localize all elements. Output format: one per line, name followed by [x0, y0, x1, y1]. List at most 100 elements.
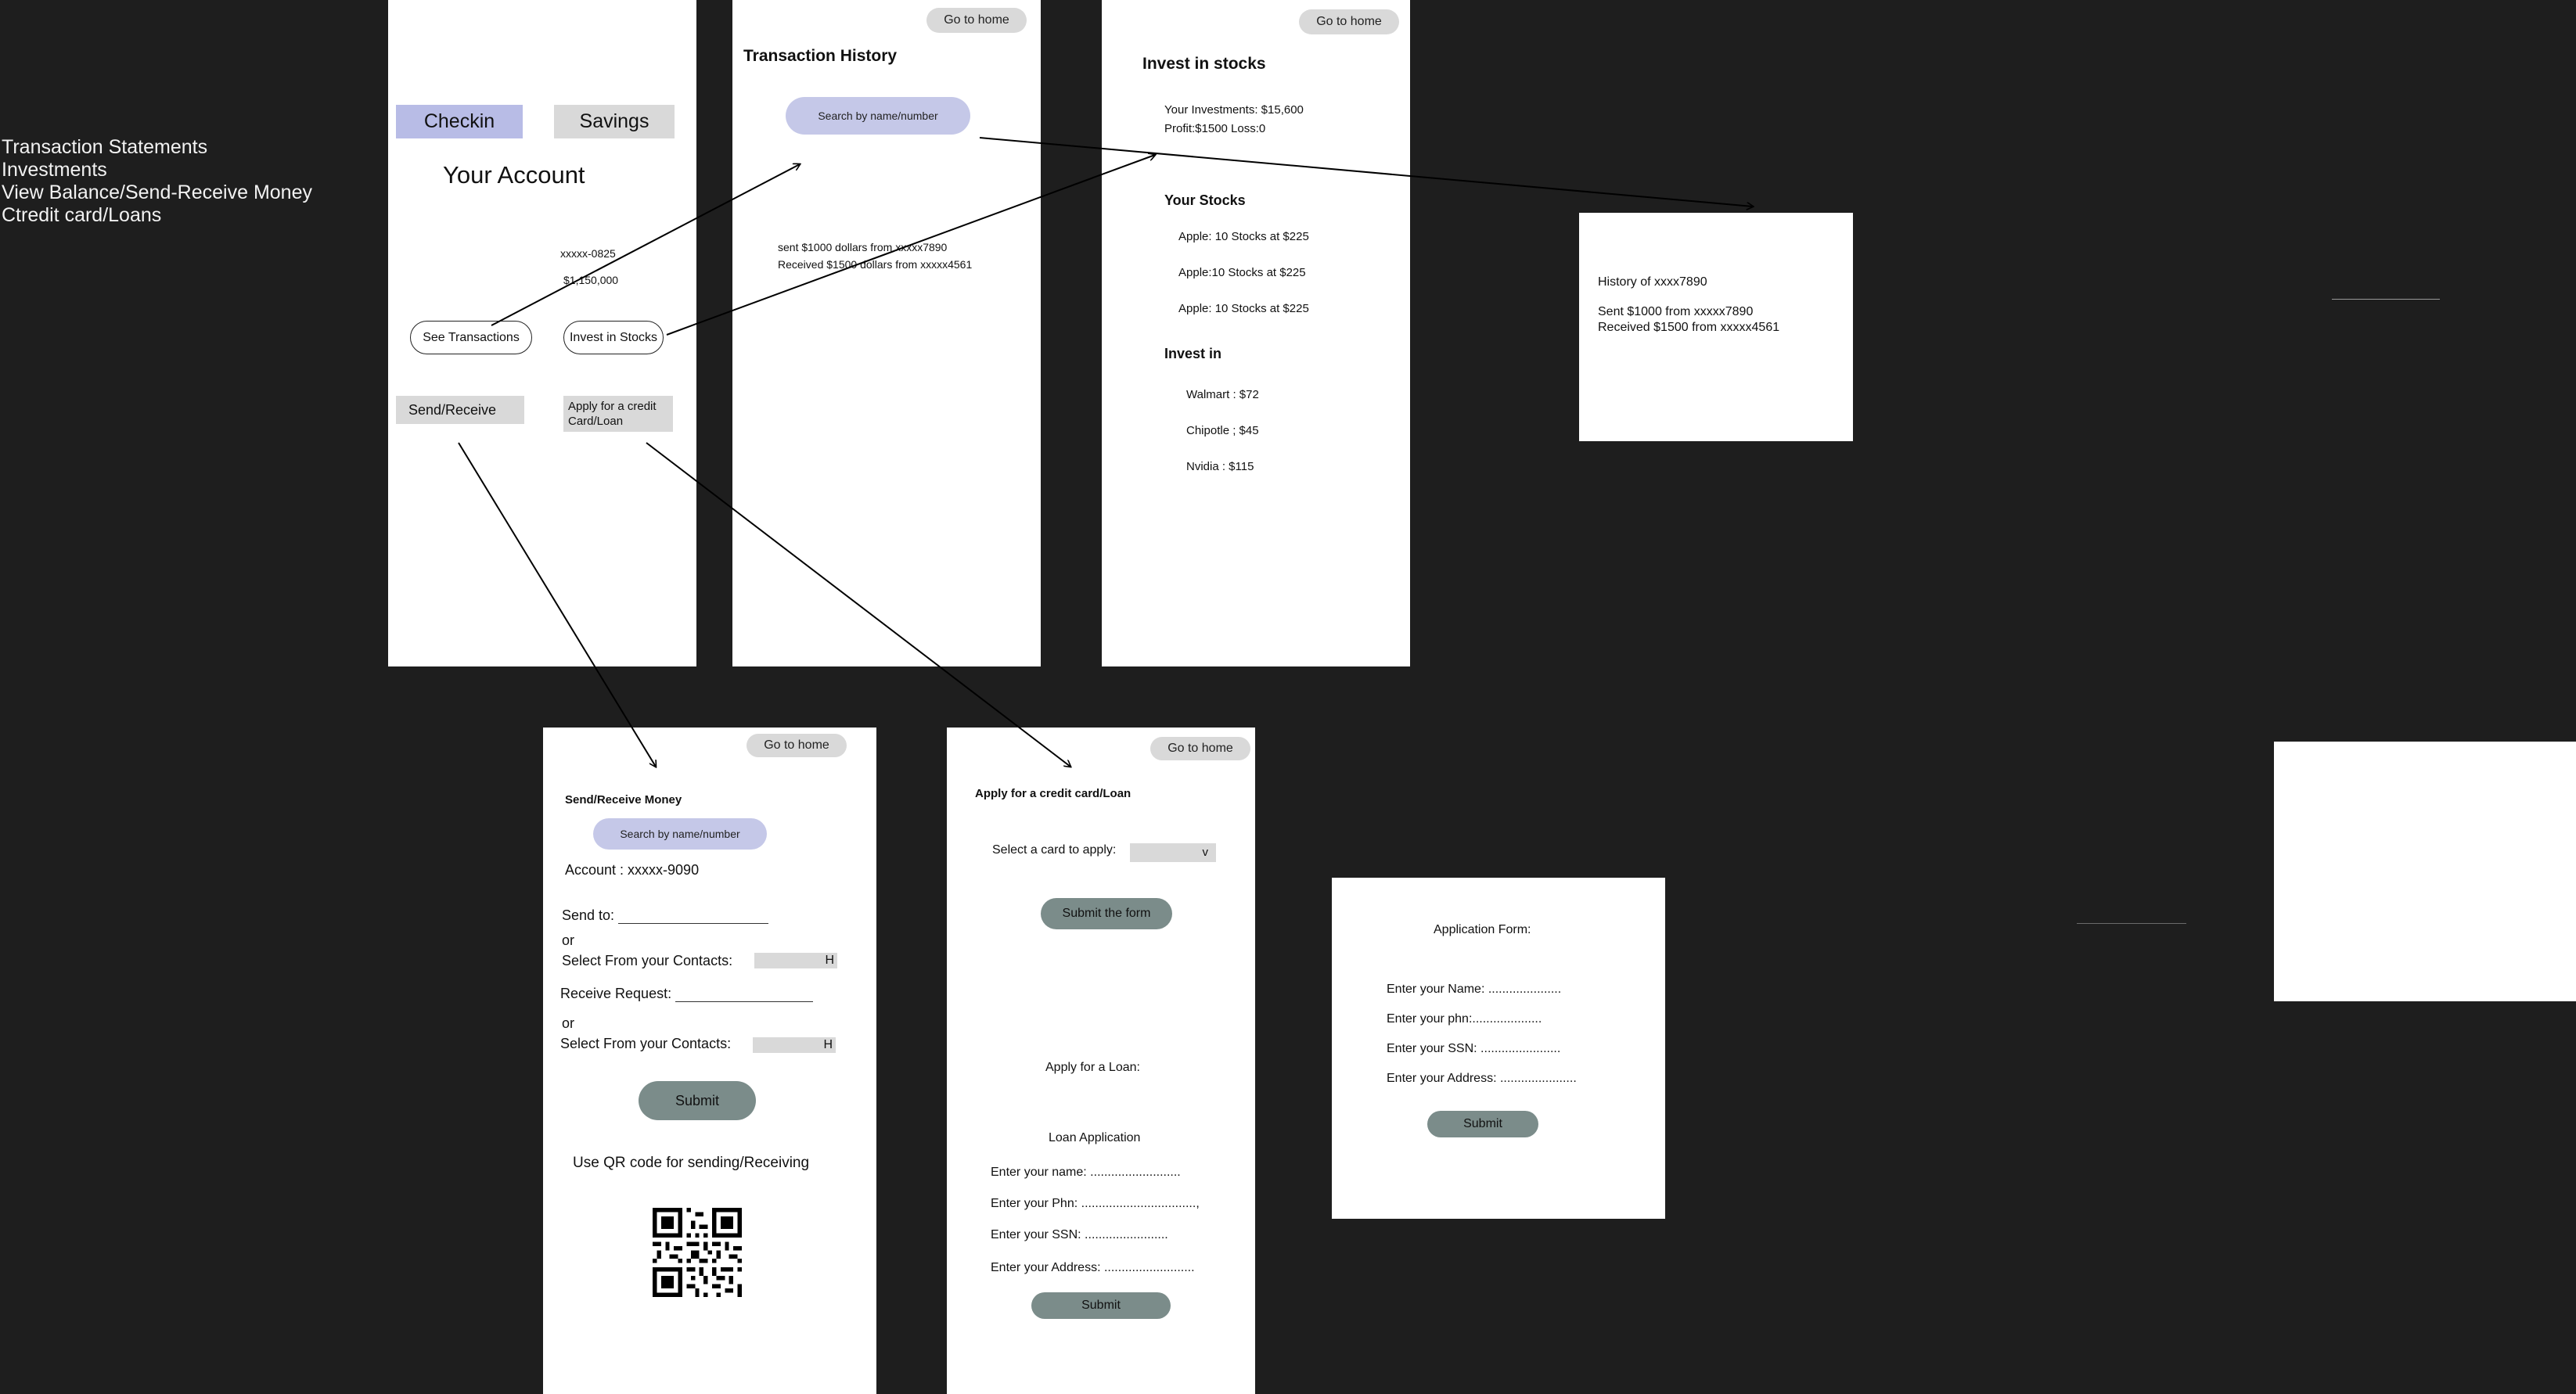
or-label: or: [562, 932, 575, 948]
form-title: Application Form:: [1434, 923, 1531, 936]
invest-option[interactable]: Walmart : $72: [1186, 388, 1259, 401]
submit-button[interactable]: Submit: [639, 1081, 756, 1120]
blank-frame: [2274, 742, 2576, 1001]
see-transactions-button[interactable]: See Transactions: [410, 321, 532, 354]
receive-request-text: Receive Request:: [560, 986, 672, 1001]
tab-checkin[interactable]: Checkin: [396, 105, 523, 138]
account-number: xxxxx-0825: [560, 247, 616, 260]
page-title: Your Account: [443, 161, 585, 189]
name-field[interactable]: Enter your Name: .....................: [1387, 983, 1561, 997]
go-home-label: Go to home: [1316, 15, 1382, 28]
divider-line: [2077, 923, 2186, 924]
tab-savings[interactable]: Savings: [554, 105, 675, 138]
transaction-line: Received $1500 dollars from xxxxx4561: [778, 258, 973, 271]
select-contacts-label: Select From your Contacts:: [560, 1036, 732, 1051]
profit-loss: Profit:$1500 Loss:0: [1164, 122, 1266, 135]
apply-loan-label: Apply for a Loan:: [1045, 1061, 1140, 1074]
invest-in-stocks-label: Invest in Stocks: [569, 330, 658, 344]
send-receive-label: Send/Receive: [408, 401, 497, 418]
see-transactions-label: See Transactions: [423, 330, 520, 344]
phone-field[interactable]: Enter your Phn: ........................…: [991, 1197, 1200, 1211]
note-item: Transaction Statements: [2, 136, 208, 158]
go-home-button[interactable]: Go to home: [747, 734, 847, 757]
page-title: Apply for a credit card/Loan: [975, 787, 1131, 800]
select-value: v: [1202, 846, 1209, 859]
go-home-label: Go to home: [764, 738, 829, 752]
send-receive-button[interactable]: Send/Receive: [396, 396, 524, 424]
contacts-dropdown[interactable]: H: [754, 953, 837, 968]
go-home-label: Go to home: [1167, 742, 1233, 755]
send-to-text: Send to:: [562, 907, 615, 923]
receive-request-label: Receive Request:: [560, 986, 814, 1002]
note-item: Ctredit card/Loans: [2, 204, 162, 226]
send-to-label: Send to:: [562, 907, 769, 924]
invest-in-stocks-button[interactable]: Invest in Stocks: [563, 321, 664, 354]
send-to-field[interactable]: [618, 910, 769, 924]
dropdown-glyph: H: [825, 954, 834, 967]
dropdown-glyph: H: [823, 1038, 833, 1051]
apply-credit-label: Apply for a credit Card/Loan: [568, 400, 657, 428]
go-home-button[interactable]: Go to home: [926, 8, 1027, 33]
receive-request-field[interactable]: [675, 988, 814, 1002]
send-receive-frame: Go to home Send/Receive Money Search by …: [543, 728, 876, 1394]
apply-credit-button[interactable]: Apply for a credit Card/Loan: [563, 396, 673, 432]
page-title: Send/Receive Money: [565, 793, 682, 807]
apply-frame: Go to home Apply for a credit card/Loan …: [947, 728, 1255, 1394]
go-home-button[interactable]: Go to home: [1150, 737, 1250, 760]
note-item: View Balance/Send-Receive Money: [2, 181, 312, 203]
loan-app-heading: Loan Application: [1049, 1131, 1141, 1144]
qr-label: Use QR code for sending/Receiving: [573, 1155, 810, 1171]
invest-option[interactable]: Chipotle ; $45: [1186, 424, 1259, 437]
sitemap-notes: Transaction Statements Investments View …: [2, 136, 312, 227]
stock-item: Apple:10 Stocks at $225: [1178, 266, 1306, 279]
submit-label: Submit: [675, 1092, 720, 1108]
page-title: Invest in stocks: [1142, 55, 1266, 73]
submit-label: Submit: [1081, 1299, 1121, 1312]
tab-savings-label: Savings: [579, 110, 649, 132]
submit-form-button[interactable]: Submit the form: [1041, 898, 1172, 929]
stocks-frame: Go to home Invest in stocks Your Investm…: [1102, 0, 1410, 666]
address-field[interactable]: Enter your Address: ....................…: [991, 1261, 1195, 1275]
history-detail-frame: History of xxxx7890 Sent $1000 from xxxx…: [1579, 213, 1853, 441]
submit-button[interactable]: Submit: [1427, 1111, 1538, 1137]
note-item: Investments: [2, 159, 107, 181]
search-placeholder: Search by name/number: [818, 110, 938, 122]
submit-button[interactable]: Submit: [1031, 1292, 1171, 1319]
divider-line: [2332, 299, 2440, 300]
contacts-dropdown[interactable]: H: [753, 1037, 836, 1053]
qr-code-icon[interactable]: [653, 1208, 742, 1297]
select-contacts-label: Select From your Contacts:: [562, 953, 733, 968]
stock-item: Apple: 10 Stocks at $225: [1178, 302, 1309, 315]
submit-label: Submit: [1463, 1117, 1502, 1130]
card-select[interactable]: v: [1130, 843, 1216, 862]
or-label: or: [562, 1015, 575, 1031]
account-label: Account : xxxxx-9090: [565, 862, 700, 878]
go-home-label: Go to home: [944, 13, 1009, 27]
tab-checkin-label: Checkin: [423, 110, 495, 132]
investments-total: Your Investments: $15,600: [1164, 103, 1304, 117]
select-card-label: Select a card to apply:: [992, 843, 1117, 857]
invest-option[interactable]: Nvidia : $115: [1186, 460, 1254, 473]
go-home-button[interactable]: Go to home: [1299, 9, 1399, 34]
detail-line: Received $1500 from xxxxx4561: [1598, 321, 1780, 334]
account-frame: Checkin Savings Your Account xxxxx-0825 …: [388, 0, 696, 666]
detail-line: Sent $1000 from xxxxx7890: [1598, 305, 1754, 318]
search-input[interactable]: Search by name/number: [593, 818, 767, 850]
phone-field[interactable]: Enter your phn:....................: [1387, 1012, 1542, 1026]
ssn-field[interactable]: Enter your SSN: ........................: [991, 1228, 1168, 1242]
submit-form-label: Submit the form: [1062, 907, 1151, 920]
ssn-field[interactable]: Enter your SSN: .......................: [1387, 1042, 1560, 1056]
history-frame: Go to home Transaction History Search by…: [732, 0, 1041, 666]
page-title: Transaction History: [743, 47, 898, 65]
name-field[interactable]: Enter your name: .......................…: [991, 1166, 1181, 1180]
application-form-frame: Application Form: Enter your Name: .....…: [1332, 878, 1665, 1219]
account-balance: $1,150,000: [563, 274, 619, 286]
address-field[interactable]: Enter your Address: ....................…: [1387, 1072, 1577, 1086]
invest-in-heading: Invest in: [1164, 346, 1222, 361]
transaction-line: sent $1000 dollars from xxxxx7890: [778, 241, 948, 253]
your-stocks-heading: Your Stocks: [1164, 192, 1246, 208]
search-placeholder: Search by name/number: [620, 828, 740, 840]
detail-title: History of xxxx7890: [1598, 275, 1707, 289]
stock-item: Apple: 10 Stocks at $225: [1178, 230, 1309, 243]
search-input[interactable]: Search by name/number: [786, 97, 970, 135]
